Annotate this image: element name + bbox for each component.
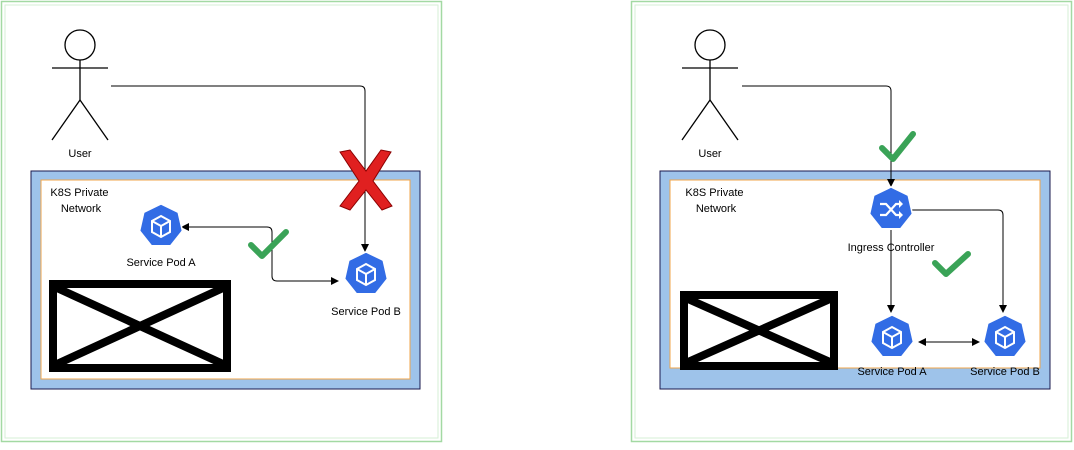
pod-b-label: Service Pod B [331,306,401,318]
left-panel: User K8S Private Network Service Pod A S… [0,0,443,443]
user-label: User [698,148,722,160]
right-panel: User K8S Private Network Ingress Control… [630,0,1073,443]
pod-a-label: Service Pod A [126,257,196,269]
ingress-label: Ingress Controller [848,242,935,254]
diagram-canvas: User K8S Private Network Service Pod A S… [0,0,1073,443]
pod-a-label: Service Pod A [857,366,927,378]
user-label: User [68,148,92,160]
image-placeholder-icon [680,291,838,370]
image-placeholder-icon [49,280,231,372]
pod-b-label: Service Pod B [970,366,1040,378]
